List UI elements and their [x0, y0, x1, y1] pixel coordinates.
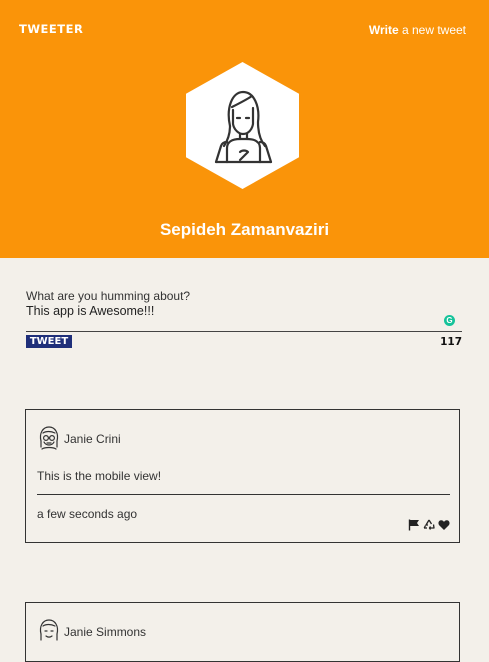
tweet-card: Janie Crini This is the mobile view! a f…: [25, 409, 460, 543]
profile-header: TWEETER Write a new tweet Sepideh Zamanv…: [0, 0, 489, 258]
compose-form: What are you humming about? G TWEET 117: [26, 289, 462, 348]
tweet-button[interactable]: TWEET: [26, 335, 72, 348]
tweet-actions: [408, 518, 450, 531]
char-counter: 117: [440, 336, 462, 348]
profile-avatar: [186, 62, 299, 189]
write-link-rest: a new tweet: [398, 23, 466, 37]
author-avatar-icon: [39, 426, 59, 450]
tweet-author: Janie Simmons: [64, 625, 147, 639]
tweet-input[interactable]: [26, 304, 426, 318]
profile-username: Sepideh Zamanvaziri: [159, 220, 330, 239]
compose-underline: [26, 331, 462, 332]
tweet-divider: [37, 494, 450, 495]
tweet-text: This is the mobile view!: [37, 469, 162, 483]
compose-label: What are you humming about?: [26, 289, 191, 303]
tweet-author: Janie Crini: [64, 432, 121, 446]
write-link-bold: Write: [368, 23, 399, 37]
tweet-timestamp: a few seconds ago: [37, 507, 138, 521]
author-avatar-icon: [39, 619, 59, 641]
tweet-card: Janie Simmons: [25, 602, 460, 662]
retweet-icon[interactable]: [423, 518, 435, 530]
grammarly-icon[interactable]: G: [444, 315, 455, 326]
write-tweet-link[interactable]: Write a new tweet: [369, 23, 466, 37]
flag-icon[interactable]: [408, 518, 420, 531]
heart-icon[interactable]: [438, 518, 450, 530]
app-brand[interactable]: TWEETER: [19, 22, 83, 36]
